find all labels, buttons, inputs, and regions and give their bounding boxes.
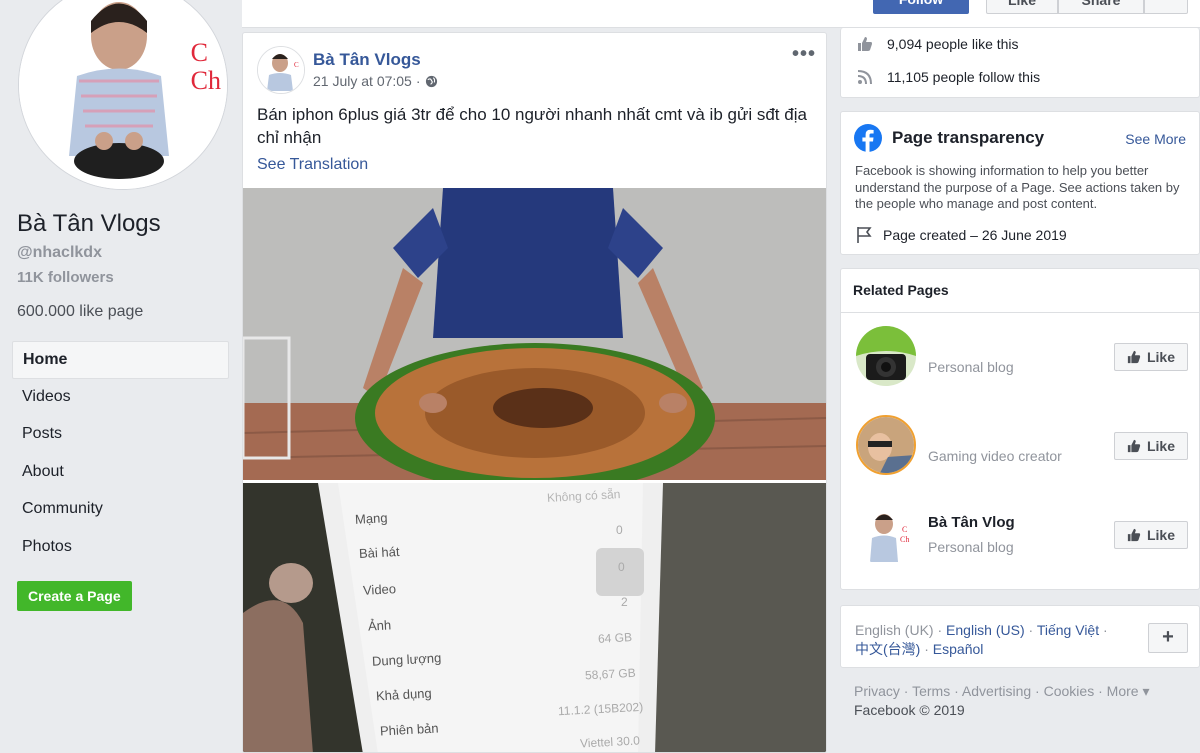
related-page-avatar[interactable]	[856, 415, 916, 475]
page-title: Bà Tân Vlogs	[17, 210, 161, 237]
gamer-avatar-illustration	[858, 417, 914, 473]
related-page-category: Personal blog	[928, 539, 1014, 555]
page-transparency-card: Page transparency See More Facebook is s…	[840, 111, 1200, 255]
post-options-icon[interactable]: •••	[792, 43, 816, 66]
language-link-es[interactable]: Español	[933, 641, 984, 657]
nav-item-community[interactable]: Community	[12, 491, 229, 529]
meta-separator: ·	[415, 73, 421, 89]
rss-follow-icon	[857, 70, 872, 85]
language-list: English (UK) · English (US) · Tiếng Việt…	[855, 622, 1108, 657]
like-label: Like	[1146, 349, 1175, 365]
phone-screen-illustration	[243, 483, 826, 752]
post-message: Bán iphon 6plus giá 3tr để cho 10 người …	[257, 105, 807, 147]
see-translation-link[interactable]: See Translation	[257, 156, 368, 174]
related-page-item[interactable]: Personal blog Like	[841, 316, 1200, 396]
author-avatar-illustration: C	[258, 47, 304, 93]
transparency-title: Page transparency	[892, 128, 1045, 147]
post-author-avatar[interactable]: C	[257, 46, 305, 94]
woman-with-cake-illustration	[243, 188, 826, 480]
like-page-button[interactable]: Like	[986, 0, 1058, 14]
globe-icon[interactable]	[425, 75, 438, 88]
ba-tan-avatar-illustration: C Ch	[856, 506, 916, 566]
nav-item-posts[interactable]: Posts	[12, 416, 229, 454]
related-pages-title: Related Pages	[841, 269, 1199, 313]
post-card: C Bà Tân Vlogs 21 July at 07:05 · ••• Bá…	[242, 32, 827, 753]
thumbs-up-icon	[1127, 350, 1141, 364]
svg-text:C: C	[294, 61, 299, 69]
nav-item-about[interactable]: About	[12, 454, 229, 492]
thumbs-up-icon	[858, 37, 872, 51]
more-options-button[interactable]	[1144, 0, 1188, 14]
flag-icon	[857, 227, 872, 243]
footer-link-privacy[interactable]: Privacy	[854, 683, 900, 699]
share-page-button[interactable]: Share	[1058, 0, 1144, 14]
post-timestamp[interactable]: 21 July at 07:05	[313, 73, 412, 89]
footer-links: Privacy · Terms · Advertising · Cookies …	[854, 683, 1150, 718]
post-photo-phone-screen[interactable]	[243, 483, 826, 752]
related-page-avatar[interactable]	[856, 326, 916, 386]
footer-link-more[interactable]: More	[1107, 683, 1139, 699]
left-column: C Ch Bà Tân Vlogs @nhaclkdx 11K followers…	[0, 0, 242, 753]
svg-text:Ch: Ch	[900, 535, 909, 544]
likes-count: 9,094 people like this	[887, 36, 1019, 52]
related-page-category: Gaming video creator	[928, 448, 1062, 464]
nav-item-photos[interactable]: Photos	[12, 529, 229, 567]
follow-button[interactable]: Follow	[873, 0, 969, 14]
related-like-button[interactable]: Like	[1114, 432, 1188, 460]
profile-logo-text: C Ch	[190, 38, 221, 95]
follows-stat: 11,105 people follow this	[857, 69, 1040, 85]
footer-link-cookies[interactable]: Cookies	[1044, 683, 1095, 699]
copyright: Facebook © 2019	[854, 702, 965, 718]
nav-item-videos[interactable]: Videos	[12, 379, 229, 417]
language-card: English (UK) · English (US) · Tiếng Việt…	[840, 605, 1200, 668]
page-created-row: Page created – 26 June 2019	[855, 226, 1067, 244]
like-label: Like	[1146, 438, 1175, 454]
related-pages-card: Related Pages Personal blog Like Gaming …	[840, 268, 1200, 590]
svg-text:C: C	[902, 525, 907, 534]
likes-stat: 9,094 people like this	[857, 36, 1019, 52]
nav-item-home[interactable]: Home	[12, 341, 229, 379]
profile-photo-illustration	[19, 0, 227, 189]
page-bio: 600.000 like page	[17, 303, 144, 320]
page-handle[interactable]: @nhaclkdx	[17, 244, 102, 262]
language-link-zh-tw[interactable]: 中文(台灣)	[855, 641, 920, 657]
thumbs-up-icon	[1127, 439, 1141, 453]
post-author-name[interactable]: Bà Tân Vlogs	[313, 50, 421, 70]
language-link-en-us[interactable]: English (US)	[946, 622, 1025, 638]
page-stats-card: 9,094 people like this 11,105 people fol…	[840, 28, 1200, 98]
related-page-avatar[interactable]: C Ch	[856, 506, 916, 566]
post-meta: 21 July at 07:05 ·	[313, 73, 438, 89]
transparency-description: Facebook is showing information to help …	[855, 163, 1180, 211]
camera-avatar-illustration	[856, 326, 916, 386]
like-label: Like	[1146, 527, 1175, 543]
thumbs-up-icon	[1127, 528, 1141, 542]
related-page-item[interactable]: C Ch Bà Tân Vlog Personal blog Like	[841, 494, 1200, 574]
follower-count: 11K followers	[17, 269, 114, 286]
footer-link-advertising[interactable]: Advertising	[962, 683, 1031, 699]
related-like-button[interactable]: Like	[1114, 521, 1188, 549]
related-page-item[interactable]: Gaming video creator Like	[841, 405, 1200, 485]
page-created-text: Page created – 26 June 2019	[883, 227, 1067, 243]
follows-count: 11,105 people follow this	[887, 69, 1041, 85]
profile-picture[interactable]: C Ch	[18, 0, 228, 190]
more-languages-button[interactable]: +	[1148, 623, 1188, 653]
see-more-link[interactable]: See More	[1125, 131, 1186, 147]
footer-link-terms[interactable]: Terms	[912, 683, 950, 699]
chevron-down-icon[interactable]: ▾	[1142, 683, 1149, 699]
current-language: English (UK)	[855, 622, 934, 638]
page-nav: Home Videos Posts About Community Photos	[12, 341, 229, 566]
related-page-category: Personal blog	[928, 359, 1014, 375]
facebook-logo-icon	[854, 124, 882, 152]
related-like-button[interactable]: Like	[1114, 343, 1188, 371]
create-page-button[interactable]: Create a Page	[17, 581, 132, 611]
post-photo-woman-with-cake[interactable]	[243, 188, 826, 480]
language-link-vi[interactable]: Tiếng Việt	[1037, 622, 1099, 638]
related-page-name[interactable]: Bà Tân Vlog	[928, 514, 1015, 531]
